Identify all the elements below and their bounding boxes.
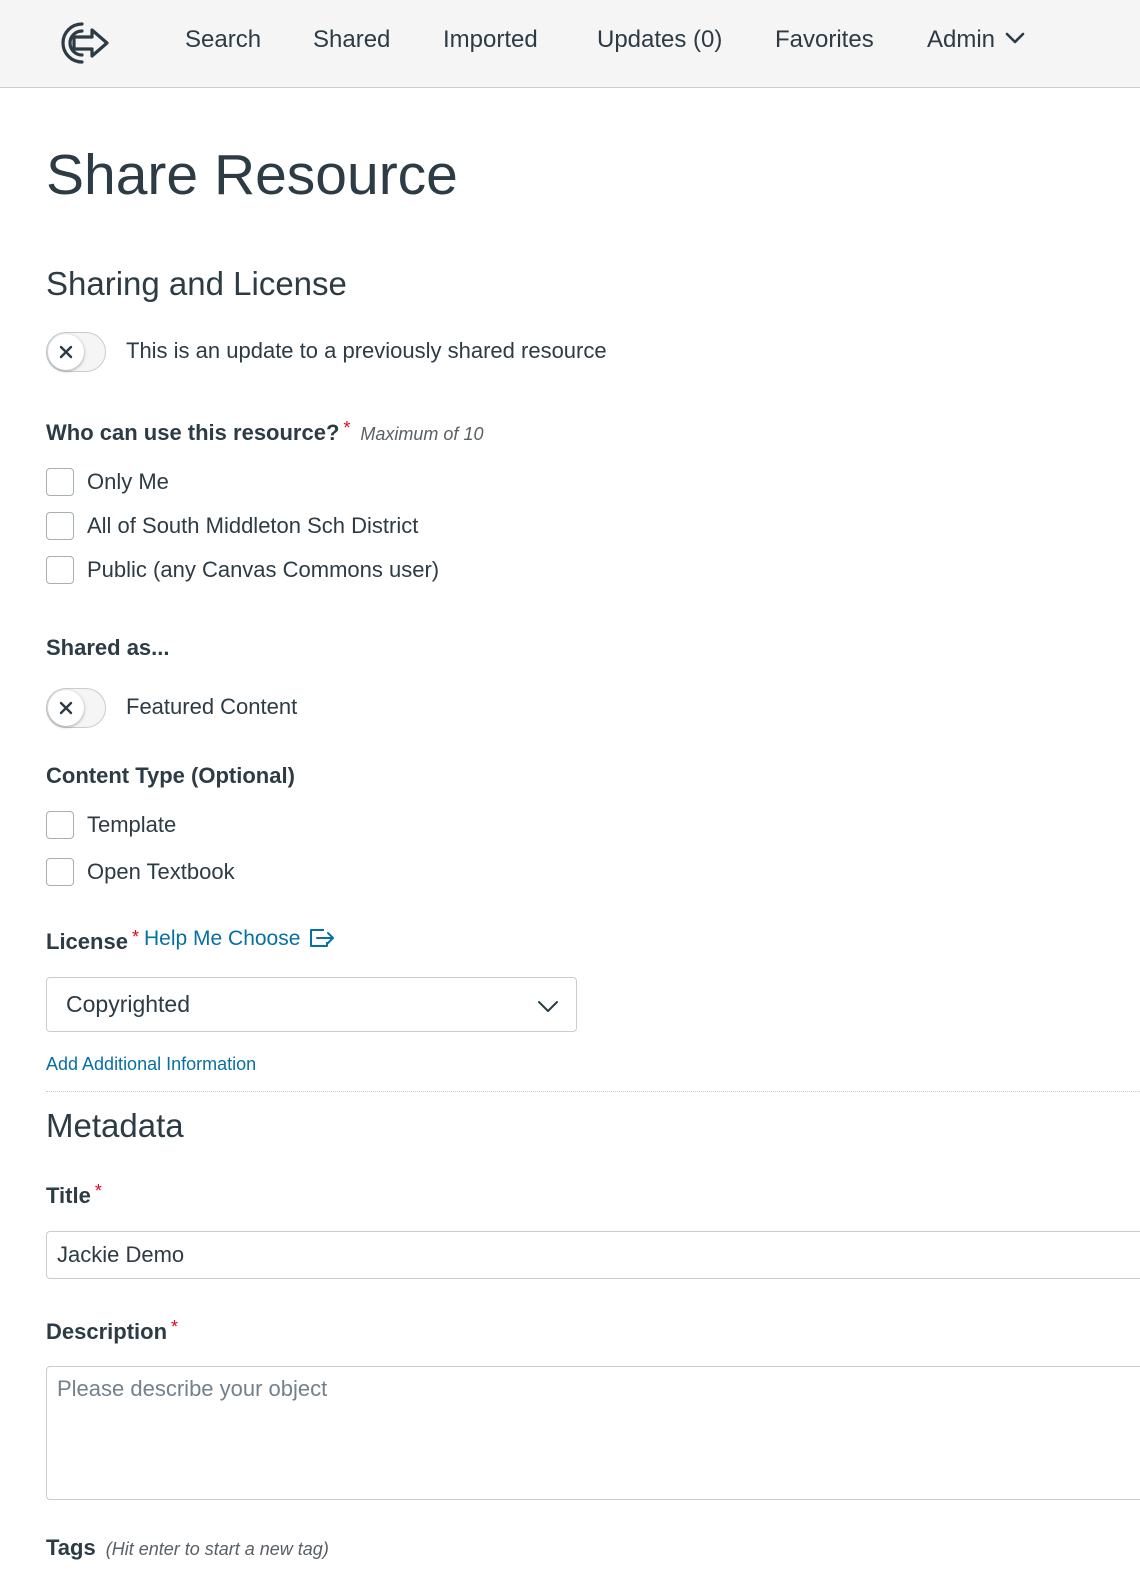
section-divider [46, 1091, 1140, 1092]
update-toggle[interactable] [46, 332, 106, 372]
who-can-use-text: Who can use this resource? [46, 420, 340, 445]
license-select-value: Copyrighted [66, 991, 191, 1017]
metadata-section-heading: Metadata [46, 1107, 184, 1144]
checkbox-open-textbook[interactable]: Open Textbook [46, 857, 235, 887]
checkbox-label: Open Textbook [87, 859, 235, 884]
who-can-use-label: Who can use this resource? * Maximum of 10 [46, 414, 483, 448]
checkbox-label: All of South Middleton Sch District [87, 513, 419, 538]
checkbox-label: Only Me [87, 469, 169, 494]
checkbox-box[interactable] [46, 512, 74, 540]
who-hint: Maximum of 10 [360, 424, 484, 444]
content-type-label: Content Type (Optional) [46, 763, 295, 788]
checkbox-only-me[interactable]: Only Me [46, 467, 169, 497]
toggle-knob [48, 334, 84, 370]
description-text: Description [46, 1319, 168, 1344]
description-textarea[interactable] [46, 1366, 1140, 1500]
title-text: Title [46, 1183, 91, 1208]
page-title: Share Resource [46, 143, 458, 207]
required-mark: * [131, 927, 139, 947]
checkbox-box[interactable] [46, 811, 74, 839]
title-input[interactable] [46, 1231, 1140, 1279]
checkbox-box[interactable] [46, 858, 74, 886]
required-mark: * [94, 1181, 102, 1201]
tags-hint: (Hit enter to start a new tag) [105, 1539, 329, 1559]
close-icon [59, 345, 73, 359]
nav-admin-label: Admin [927, 26, 996, 53]
chevron-down-icon [538, 1001, 558, 1012]
help-link-text: Help Me Choose [144, 927, 301, 950]
nav-admin-menu[interactable]: Admin [927, 24, 1027, 56]
chevron-down-icon [1005, 32, 1025, 44]
required-mark: * [171, 1317, 179, 1337]
nav-imported[interactable]: Imported [443, 24, 538, 56]
checkbox-public[interactable]: Public (any Canvas Commons user) [46, 555, 439, 585]
featured-content-toggle[interactable] [46, 688, 106, 728]
checkbox-label: Public (any Canvas Commons user) [87, 557, 440, 582]
featured-content-label: Featured Content [126, 694, 298, 719]
checkbox-box[interactable] [46, 468, 74, 496]
external-link-icon [310, 929, 335, 947]
top-navigation: Search Shared Imported Updates (0) Favor… [0, 0, 1140, 88]
license-label: License * [46, 923, 139, 956]
required-mark: * [343, 418, 351, 438]
checkbox-box[interactable] [46, 556, 74, 584]
nav-search[interactable]: Search [185, 24, 261, 56]
close-icon [59, 701, 73, 715]
sharing-section-heading: Sharing and License [46, 265, 347, 302]
add-additional-information-link[interactable]: Add Additional Information [46, 1052, 256, 1076]
help-me-choose-link[interactable]: Help Me Choose [144, 925, 336, 953]
canvas-commons-logo-icon[interactable] [50, 20, 112, 66]
nav-shared[interactable]: Shared [313, 24, 390, 56]
checkbox-template[interactable]: Template [46, 810, 176, 840]
toggle-knob [48, 690, 84, 726]
nav-updates[interactable]: Updates (0) [597, 24, 722, 56]
tags-text: Tags [46, 1535, 96, 1560]
nav-favorites[interactable]: Favorites [775, 24, 874, 56]
license-select[interactable]: Copyrighted [46, 977, 577, 1032]
checkbox-district[interactable]: All of South Middleton Sch District [46, 511, 418, 541]
description-label: Description * [46, 1313, 178, 1346]
checkbox-label: Template [87, 812, 177, 837]
title-label: Title * [46, 1177, 102, 1210]
license-text: License [46, 929, 128, 954]
tags-label: Tags (Hit enter to start a new tag) [46, 1534, 329, 1563]
shared-as-label: Shared as... [46, 635, 170, 660]
update-toggle-label: This is an update to a previously shared… [126, 338, 607, 363]
